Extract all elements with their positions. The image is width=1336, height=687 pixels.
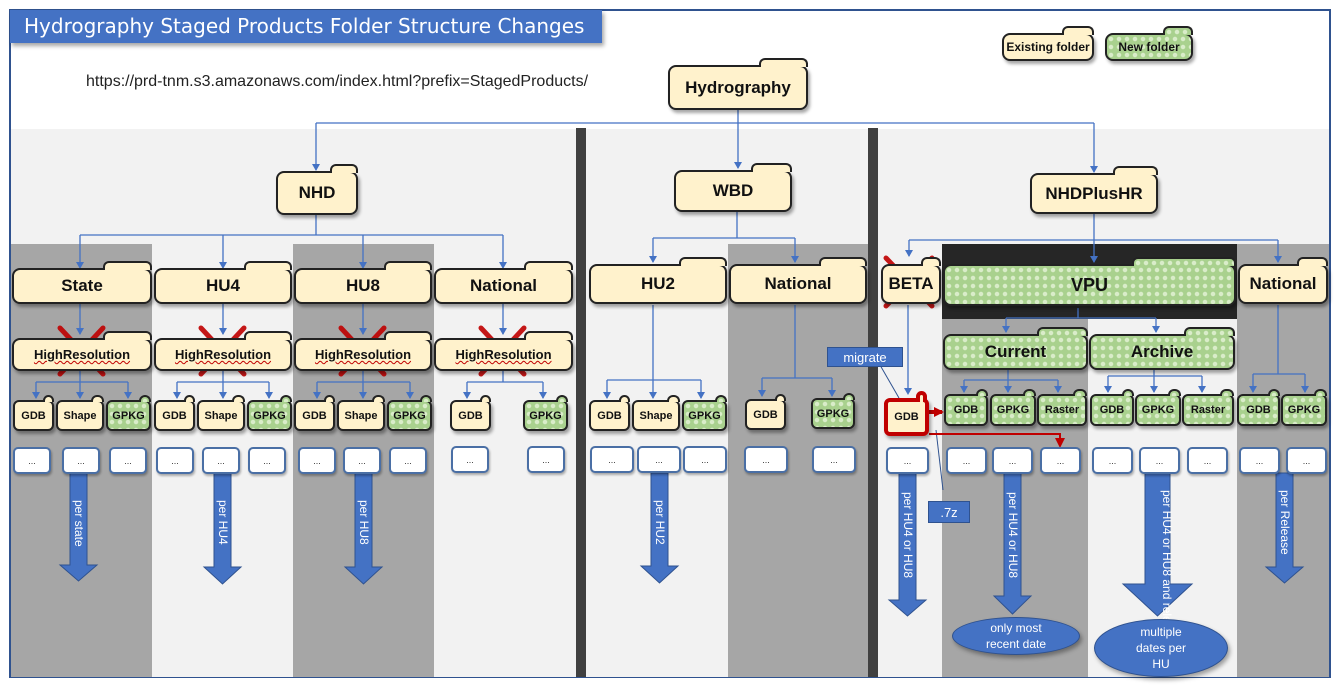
folder-gdb[interactable]: GDB [294, 395, 335, 431]
leaf-placeholder[interactable]: ... [1092, 447, 1133, 474]
leaf-placeholder[interactable]: ... [13, 447, 51, 474]
leaf-placeholder[interactable]: ... [298, 447, 336, 474]
folder-nhdplushr-national[interactable]: National [1238, 257, 1328, 304]
folder-gpkg-new[interactable]: GPKG [682, 395, 727, 431]
folder-wbd[interactable]: WBD [674, 163, 792, 212]
folder-gdb[interactable]: GDB [745, 394, 786, 430]
folder-gpkg-new[interactable]: GPKG [990, 389, 1036, 426]
folder-highresolution-removed[interactable]: HighResolution [294, 331, 432, 371]
folder-shape[interactable]: Shape [632, 395, 680, 431]
folder-gdb-new[interactable]: GDB [944, 389, 988, 426]
section-separator [576, 128, 586, 677]
note-beta-per-hu4-or-hu8: per HU4 or HU8 [901, 492, 915, 579]
note-per-hu8: per HU8 [357, 500, 371, 545]
folder-nhd-national[interactable]: National [434, 261, 573, 304]
leaf-placeholder[interactable]: ... [637, 446, 681, 473]
folder-highresolution-removed[interactable]: HighResolution [154, 331, 292, 371]
leaf-placeholder[interactable]: ... [1286, 447, 1327, 474]
leaf-placeholder[interactable]: ... [683, 446, 727, 473]
note-per-hu4: per HU4 [216, 500, 230, 545]
folder-gpkg-new[interactable]: GPKG [387, 395, 432, 431]
page-title: Hydrography Staged Products Folder Struc… [10, 10, 602, 43]
folder-nhd[interactable]: NHD [276, 164, 358, 215]
folder-gdb-migrated[interactable]: GDB [884, 391, 929, 436]
legend-new-folder: New folder [1105, 26, 1193, 61]
leaf-placeholder[interactable]: ... [1139, 447, 1180, 474]
folder-gdb-new[interactable]: GDB [1237, 389, 1280, 426]
folder-archive-new[interactable]: Archive [1089, 327, 1235, 370]
leaf-placeholder[interactable]: ... [1040, 447, 1081, 474]
folder-gpkg-new[interactable]: GPKG [1135, 389, 1181, 426]
folder-shape[interactable]: Shape [337, 395, 385, 431]
folder-raster-new[interactable]: Raster [1182, 389, 1234, 426]
folder-gdb[interactable]: GDB [589, 395, 630, 431]
folder-gpkg-new[interactable]: GPKG [1281, 389, 1327, 426]
folder-nhdplushr[interactable]: NHDPlusHR [1030, 166, 1158, 214]
folder-gdb-new[interactable]: GDB [1090, 389, 1134, 426]
folder-highresolution-removed[interactable]: HighResolution [434, 331, 573, 371]
leaf-placeholder[interactable]: ... [62, 447, 100, 474]
folder-gpkg-new[interactable]: GPKG [523, 395, 568, 431]
migrate-label: migrate [827, 347, 903, 367]
leaf-placeholder[interactable]: ... [389, 447, 427, 474]
note-per-hu2: per HU2 [653, 500, 667, 545]
ellipse-multiple-dates-per-hu: multiple dates per HU [1094, 619, 1228, 677]
folder-beta-removed[interactable]: BETA [881, 257, 941, 304]
folder-gpkg-new[interactable]: GPKG [811, 393, 855, 429]
folder-gdb[interactable]: GDB [154, 395, 195, 431]
folder-vpu-new[interactable]: VPU [943, 257, 1236, 306]
leaf-placeholder[interactable]: ... [109, 447, 147, 474]
folder-highresolution-removed[interactable]: HighResolution [12, 331, 152, 371]
folder-nhd-state[interactable]: State [12, 261, 152, 304]
leaf-placeholder[interactable]: ... [886, 447, 929, 474]
folder-gpkg-new[interactable]: GPKG [106, 395, 151, 431]
folder-nhd-hu4[interactable]: HU4 [154, 261, 292, 304]
folder-gdb[interactable]: GDB [13, 395, 54, 431]
folder-wbd-national[interactable]: National [729, 257, 867, 304]
leaf-placeholder[interactable]: ... [744, 446, 788, 473]
source-url: https://prd-tnm.s3.amazonaws.com/index.h… [86, 73, 589, 90]
note-current-per-hu4-or-hu8: per HU4 or HU8 [1006, 492, 1020, 579]
folder-gdb[interactable]: GDB [450, 395, 491, 431]
note-per-release: per Release [1278, 490, 1292, 555]
leaf-placeholder[interactable]: ... [1187, 447, 1228, 474]
leaf-placeholder[interactable]: ... [156, 447, 194, 474]
folder-shape[interactable]: Shape [56, 395, 104, 431]
leaf-placeholder[interactable]: ... [590, 446, 634, 473]
folder-hydrography[interactable]: Hydrography [668, 58, 808, 110]
folder-nhd-hu8[interactable]: HU8 [294, 261, 432, 304]
leaf-placeholder[interactable]: ... [946, 447, 987, 474]
note-per-state: per state [72, 500, 86, 547]
leaf-placeholder[interactable]: ... [248, 447, 286, 474]
ellipse-only-most-recent-date: only most recent date [952, 617, 1080, 655]
legend-existing-folder: Existing folder [1002, 26, 1094, 61]
leaf-placeholder[interactable]: ... [992, 447, 1033, 474]
leaf-placeholder[interactable]: ... [812, 446, 856, 473]
folder-wbd-hu2[interactable]: HU2 [589, 257, 727, 304]
note-archive-per-hu4-hu8-release: per HU4 or HU8 and release date [1160, 490, 1174, 669]
folder-gpkg-new[interactable]: GPKG [247, 395, 292, 431]
leaf-placeholder[interactable]: ... [1239, 447, 1280, 474]
section-separator [868, 128, 878, 677]
leaf-placeholder[interactable]: ... [202, 447, 240, 474]
leaf-placeholder[interactable]: ... [527, 446, 565, 473]
folder-current-new[interactable]: Current [943, 327, 1088, 370]
archive-format-label: .7z [928, 501, 970, 523]
leaf-placeholder[interactable]: ... [451, 446, 489, 473]
leaf-placeholder[interactable]: ... [343, 447, 381, 474]
folder-raster-new[interactable]: Raster [1037, 389, 1087, 426]
folder-shape[interactable]: Shape [197, 395, 245, 431]
